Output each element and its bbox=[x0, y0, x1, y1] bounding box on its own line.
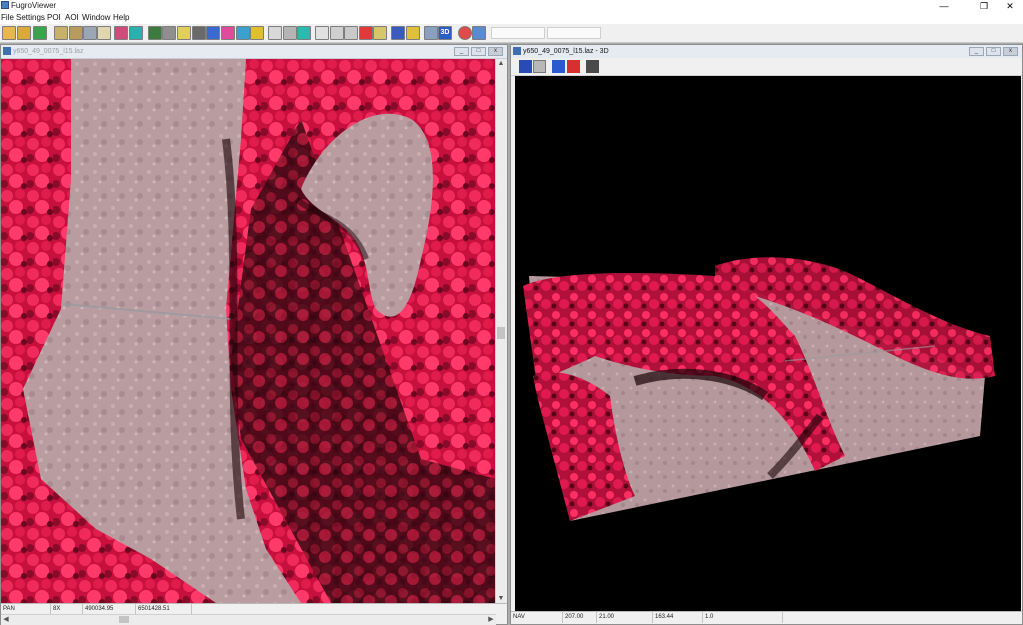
3d-icon[interactable] bbox=[406, 26, 420, 40]
view-3d-minimize-button[interactable]: _ bbox=[969, 47, 984, 56]
tin-icon[interactable] bbox=[268, 26, 282, 40]
view-3d-title: y650_49_0075_l15.laz - 3D bbox=[523, 48, 609, 55]
aerial-cir-image bbox=[1, 59, 496, 603]
status-3d-value-1: 207.00 bbox=[563, 612, 597, 623]
open-file-icon[interactable] bbox=[2, 26, 16, 40]
view-3d-nav-toolbar bbox=[511, 58, 1022, 76]
view-3d-close-button[interactable]: x bbox=[1003, 47, 1018, 56]
close-button[interactable]: ✕ bbox=[998, 0, 1022, 12]
grid-points-icon[interactable] bbox=[250, 26, 264, 40]
map-2d-minimize-button[interactable]: _ bbox=[454, 47, 469, 56]
app-icon bbox=[1, 1, 9, 9]
status-3d-value-2: 21.00 bbox=[597, 612, 653, 623]
map-2d-maximize-button[interactable]: □ bbox=[471, 47, 486, 56]
measure-line-icon[interactable] bbox=[424, 26, 438, 40]
home-view-icon[interactable] bbox=[519, 60, 532, 73]
toolbar-field-2[interactable] bbox=[547, 27, 601, 39]
open-folder-icon[interactable] bbox=[17, 26, 31, 40]
toolbar-field-1[interactable] bbox=[491, 27, 545, 39]
map-2d-vertical-scrollbar[interactable]: ▲ ▼ bbox=[495, 59, 507, 603]
scroll-left-icon[interactable]: ◀ bbox=[1, 615, 11, 624]
status-3d-value-3: 163.44 bbox=[653, 612, 703, 623]
map-2d-title-bar: y650_49_0075_l15.laz _ □ x bbox=[1, 45, 507, 59]
view-3d-button[interactable]: 3D bbox=[438, 26, 452, 40]
status-3d-mode: NAV bbox=[511, 612, 563, 623]
grid-icon[interactable] bbox=[83, 26, 97, 40]
print-icon[interactable] bbox=[315, 26, 329, 40]
location-icon[interactable] bbox=[344, 26, 358, 40]
scroll-up-icon[interactable]: ▲ bbox=[496, 59, 506, 68]
laz-3d-file-icon bbox=[513, 47, 521, 55]
laz-file-icon bbox=[3, 47, 11, 55]
app-title-bar: FugroViewer — ❐ ✕ bbox=[0, 0, 1023, 12]
map-2d-canvas[interactable] bbox=[1, 59, 496, 603]
stats-icon[interactable] bbox=[221, 26, 235, 40]
view-3d-maximize-button[interactable]: □ bbox=[986, 47, 1001, 56]
move-down-icon[interactable] bbox=[552, 60, 565, 73]
vertical-scroll-thumb[interactable] bbox=[497, 327, 505, 339]
fugroviewer-app: { "app": { "title": "FugroViewer" }, "wi… bbox=[0, 0, 1023, 625]
measure-icon[interactable] bbox=[236, 26, 250, 40]
ruler-icon[interactable] bbox=[373, 26, 387, 40]
elevation-legend-icon[interactable] bbox=[129, 26, 143, 40]
map-2d-horizontal-scrollbar[interactable]: ◀ ▶ bbox=[1, 614, 496, 625]
rgb-color-icon[interactable] bbox=[192, 26, 206, 40]
help-icon[interactable] bbox=[359, 26, 373, 40]
open-view-icon[interactable] bbox=[533, 60, 546, 73]
point-cloud-3d bbox=[523, 257, 995, 521]
pencil-icon[interactable] bbox=[391, 26, 405, 40]
status-3d-value-4: 1.0 bbox=[703, 612, 783, 623]
profile-line-icon[interactable] bbox=[162, 26, 176, 40]
menu-settings[interactable]: Settings bbox=[16, 12, 45, 24]
view-3d-canvas[interactable] bbox=[515, 76, 1021, 611]
stop-icon[interactable] bbox=[458, 26, 472, 40]
app-title: FugroViewer bbox=[11, 1, 57, 10]
menu-aoi[interactable]: AOI bbox=[65, 12, 79, 24]
layers-icon[interactable] bbox=[54, 26, 68, 40]
palette-icon[interactable] bbox=[206, 26, 220, 40]
select-region-icon[interactable] bbox=[114, 26, 128, 40]
poi-pin-icon[interactable] bbox=[330, 26, 344, 40]
menu-file[interactable]: File bbox=[1, 12, 14, 24]
menu-help[interactable]: Help bbox=[113, 12, 129, 24]
map-2d-close-button[interactable]: x bbox=[488, 47, 503, 56]
color-ramp-icon[interactable] bbox=[97, 26, 111, 40]
map-2d-window[interactable]: y650_49_0075_l15.laz _ □ x ▲ ▼ PAN 8X 49… bbox=[0, 44, 508, 625]
restore-button[interactable]: ❐ bbox=[972, 0, 996, 12]
scroll-down-icon[interactable]: ▼ bbox=[496, 594, 506, 603]
view-3d-status-bar: NAV 207.00 21.00 163.44 1.0 bbox=[511, 611, 1022, 623]
pan-hand-icon[interactable] bbox=[283, 26, 297, 40]
layers-2-icon[interactable] bbox=[69, 26, 83, 40]
reload-icon[interactable] bbox=[33, 26, 47, 40]
panel-toggle-icon[interactable] bbox=[586, 60, 599, 73]
intensity-icon[interactable] bbox=[148, 26, 162, 40]
reset-home-icon[interactable] bbox=[567, 60, 580, 73]
map-2d-title: y650_49_0075_l15.laz bbox=[13, 48, 84, 55]
view-3d-title-bar: y650_49_0075_l15.laz - 3D _ □ x bbox=[511, 45, 1022, 59]
zoom-box-icon[interactable] bbox=[297, 26, 311, 40]
minimize-button[interactable]: — bbox=[932, 0, 956, 12]
scroll-right-icon[interactable]: ▶ bbox=[486, 615, 496, 624]
menu-poi[interactable]: POI bbox=[47, 12, 61, 24]
color-by-class-icon[interactable] bbox=[177, 26, 191, 40]
horizontal-scroll-thumb[interactable] bbox=[119, 616, 129, 623]
view-3d-window[interactable]: y650_49_0075_l15.laz - 3D _ □ x NAV 207.… bbox=[510, 44, 1023, 625]
main-toolbar: 3D bbox=[0, 24, 1023, 43]
refresh-icon[interactable] bbox=[472, 26, 486, 40]
menu-window[interactable]: Window bbox=[82, 12, 110, 24]
